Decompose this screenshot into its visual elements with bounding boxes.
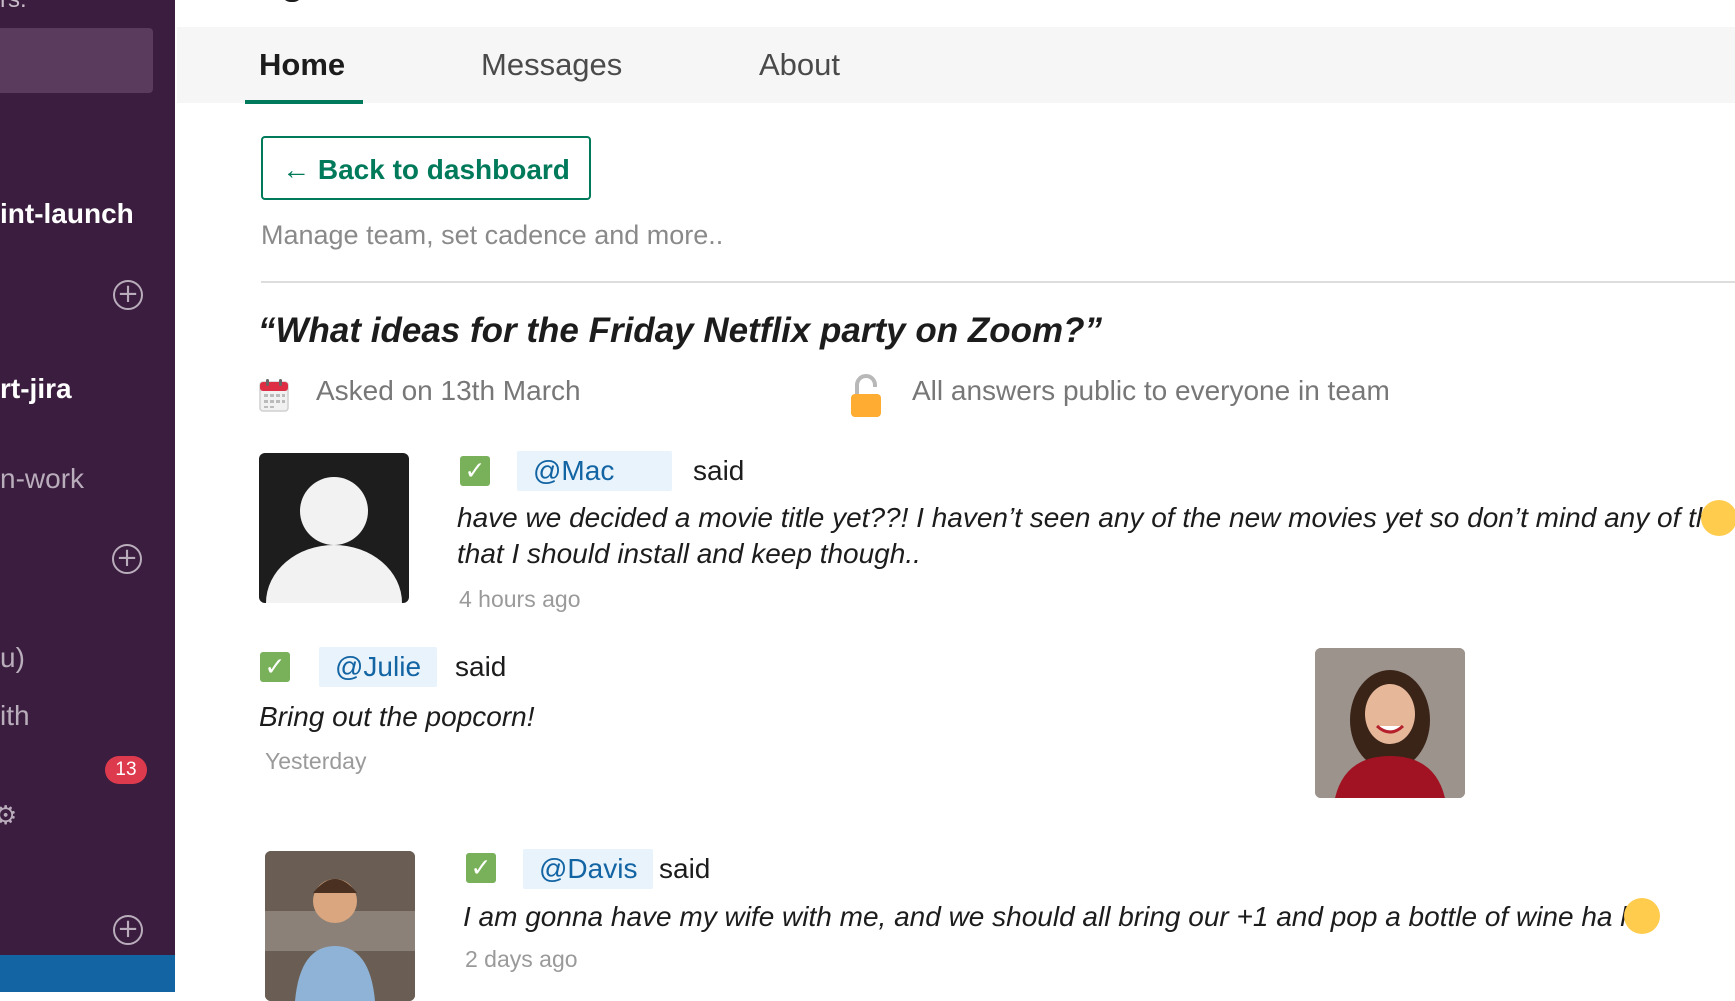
sidebar-item-n-work[interactable]: n-work: [0, 463, 84, 495]
main-content: Home Messages About ← Back to dashboard …: [177, 0, 1735, 1001]
unread-badge: 13: [105, 756, 147, 784]
question-title: “What ideas for the Friday Netflix party…: [258, 311, 1102, 350]
sidebar-top-fragment: rs.: [0, 0, 27, 14]
sidebar: rs. int-launch + rt-jira n-work + u) ith…: [0, 0, 175, 992]
mention-mac[interactable]: @Mac: [517, 451, 672, 491]
divider: [261, 281, 1735, 283]
calendar-icon: [259, 379, 289, 412]
app-icon[interactable]: ⚙: [0, 800, 17, 831]
sidebar-item-dm[interactable]: u): [0, 642, 25, 674]
answer-timestamp: 4 hours ago: [459, 586, 581, 612]
visibility-note: All answers public to everyone in team: [912, 375, 1390, 406]
top-strip: [177, 0, 1735, 27]
back-to-dashboard-button[interactable]: ← Back to dashboard: [261, 136, 591, 200]
sidebar-item-dm-ith[interactable]: ith: [0, 700, 30, 732]
said-label: said: [659, 853, 711, 884]
tab-home[interactable]: Home: [259, 47, 345, 83]
avatar[interactable]: [265, 851, 415, 1001]
top-fragment: [281, 0, 303, 2]
avatar[interactable]: [1315, 648, 1465, 798]
tab-bar: Home Messages About: [177, 27, 1735, 104]
add-channel-icon[interactable]: +: [113, 280, 143, 310]
sweat-smile-emoji-icon: [1701, 500, 1735, 536]
unlocked-icon: [851, 374, 881, 417]
sidebar-item-rt-jira[interactable]: rt-jira: [0, 373, 72, 405]
avatar[interactable]: [259, 453, 409, 603]
answer-text: Bring out the popcorn!: [259, 701, 535, 732]
said-label: said: [693, 455, 745, 486]
asked-date: Asked on 13th March: [316, 375, 581, 406]
checkmark-icon: ✓: [260, 652, 290, 682]
active-tab-indicator: [245, 100, 363, 104]
checkmark-icon: ✓: [460, 456, 490, 486]
answer-text-continued: that I should install and keep though..: [457, 538, 921, 569]
tab-messages[interactable]: Messages: [481, 47, 622, 83]
mention-davis[interactable]: @Davis: [523, 849, 654, 889]
checkmark-icon: ✓: [466, 853, 496, 883]
manage-description: Manage team, set cadence and more..: [261, 220, 724, 250]
sidebar-item-int-launch[interactable]: int-launch: [0, 198, 134, 230]
answer-text: have we decided a movie title yet??! I h…: [457, 502, 1735, 533]
tab-about[interactable]: About: [759, 47, 840, 83]
sidebar-active-bar[interactable]: [0, 955, 175, 992]
answer-text: I am gonna have my wife with me, and we …: [463, 901, 1652, 932]
said-label: said: [455, 651, 507, 682]
add-channel-icon[interactable]: +: [113, 915, 143, 945]
answer-timestamp: 2 days ago: [465, 946, 578, 972]
add-channel-icon[interactable]: +: [112, 544, 142, 574]
answer-timestamp: Yesterday: [265, 748, 367, 774]
yum-emoji-icon: [1624, 898, 1660, 934]
mention-julie[interactable]: @Julie: [319, 647, 438, 687]
sidebar-search-bar[interactable]: [0, 28, 153, 93]
